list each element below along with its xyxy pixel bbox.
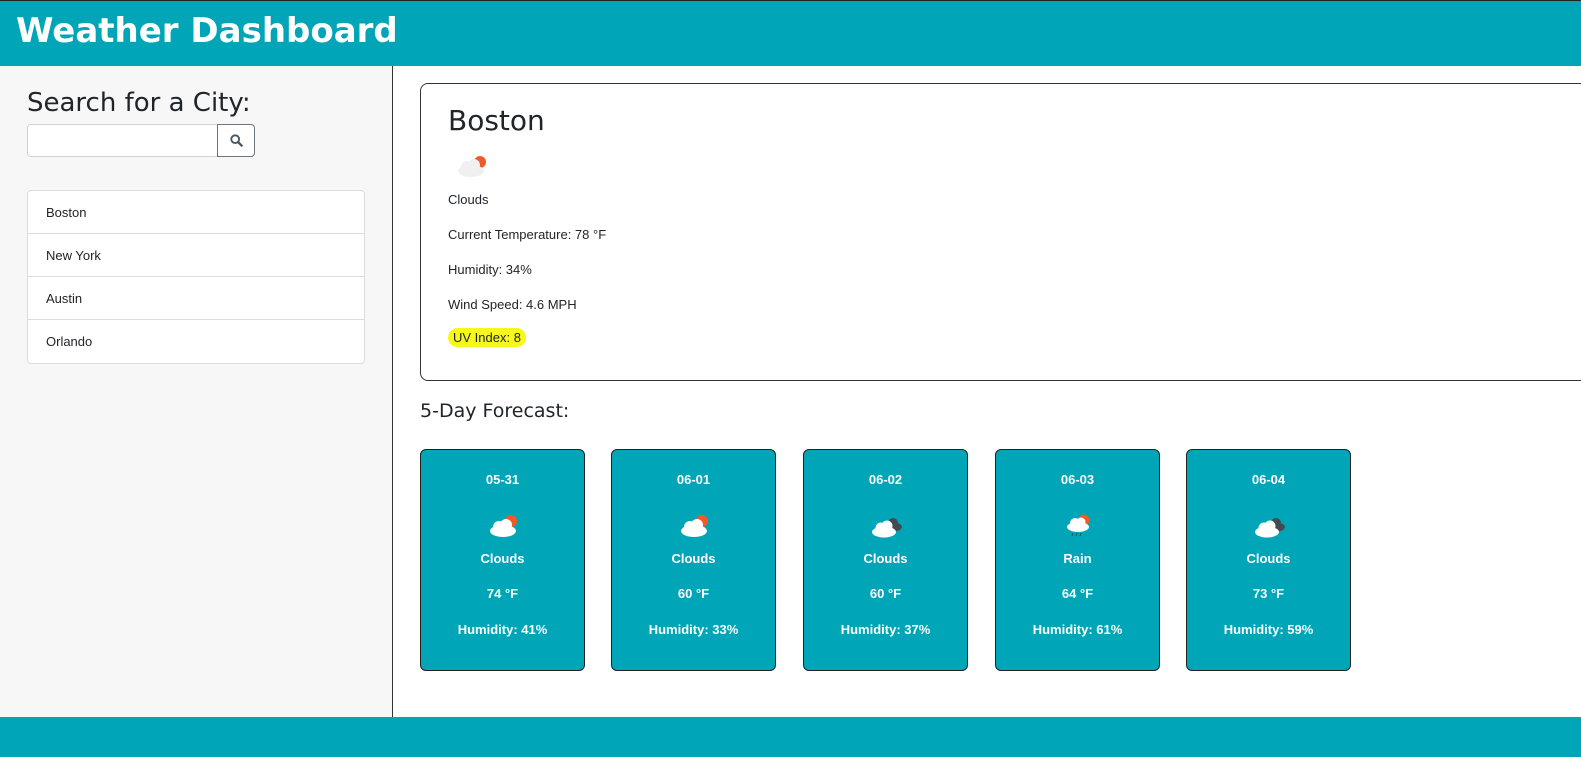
app-header: Weather Dashboard	[0, 0, 1581, 66]
search-icon	[229, 134, 243, 147]
app-title: Weather Dashboard	[16, 11, 398, 51]
search-button[interactable]	[217, 124, 255, 157]
clouds-sun-icon	[681, 515, 708, 537]
current-humidity: Humidity: 34%	[448, 262, 532, 277]
current-weather-card: Boston Clouds Current Temperature: 78 °F…	[420, 83, 1581, 381]
broken-clouds-icon	[1255, 518, 1285, 538]
current-temperature: Current Temperature: 78 °F	[448, 227, 607, 242]
forecast-humidity: Humidity: 41%	[457, 622, 548, 637]
search-history-list: Boston New York Austin Orlando	[27, 190, 365, 364]
forecast-condition: Clouds	[480, 551, 525, 566]
search-heading: Search for a City:	[27, 88, 251, 118]
forecast-temp: 60 °F	[677, 586, 710, 601]
history-item-orlando[interactable]: Orlando	[28, 320, 364, 363]
forecast-card: 06-04 Clouds 73 °F Humidity: 59%	[1186, 449, 1351, 671]
forecast-condition: Rain	[1063, 551, 1092, 566]
forecast-date: 06-01	[676, 472, 711, 487]
app-footer	[0, 717, 1581, 757]
history-item-new-york[interactable]: New York	[28, 234, 364, 277]
forecast-temp: 74 °F	[486, 586, 519, 601]
clouds-sun-icon	[458, 156, 486, 177]
forecast-humidity: Humidity: 33%	[648, 622, 739, 637]
uv-index-row: UV Index: 8	[448, 328, 526, 347]
forecast-date: 06-03	[1060, 472, 1095, 487]
forecast-card: 05-31 Clouds 74 °F Humidity: 41%	[420, 449, 585, 671]
clouds-sun-icon	[490, 515, 517, 537]
history-item-austin[interactable]: Austin	[28, 277, 364, 320]
current-condition: Clouds	[448, 192, 489, 207]
forecast-humidity: Humidity: 59%	[1223, 622, 1314, 637]
forecast-condition: Clouds	[1246, 551, 1291, 566]
broken-clouds-icon	[872, 518, 902, 538]
forecast-card: 06-02 Clouds 60 °F Humidity: 37%	[803, 449, 968, 671]
forecast-card: 06-01 Clouds 60 °F Humidity: 33%	[611, 449, 776, 671]
rain-sun-icon	[1067, 514, 1090, 537]
current-city-name: Boston	[448, 104, 545, 137]
forecast-humidity: Humidity: 37%	[840, 622, 931, 637]
forecast-card: 06-03 Rain 64 °F Humidity: 61%	[995, 449, 1160, 671]
forecast-condition: Clouds	[863, 551, 908, 566]
forecast-condition: Clouds	[671, 551, 716, 566]
sidebar: Search for a City: Boston New York Austi…	[0, 66, 393, 717]
uv-index-badge: UV Index: 8	[448, 328, 526, 347]
forecast-date: 05-31	[485, 472, 520, 487]
current-wind-speed: Wind Speed: 4.6 MPH	[448, 297, 577, 312]
city-search-input[interactable]	[27, 124, 218, 157]
forecast-date: 06-02	[868, 472, 903, 487]
forecast-heading: 5-Day Forecast:	[420, 400, 570, 422]
forecast-temp: 73 °F	[1252, 586, 1285, 601]
forecast-temp: 60 °F	[869, 586, 902, 601]
history-item-boston[interactable]: Boston	[28, 191, 364, 234]
forecast-humidity: Humidity: 61%	[1032, 622, 1123, 637]
forecast-temp: 64 °F	[1061, 586, 1094, 601]
forecast-date: 06-04	[1251, 472, 1286, 487]
